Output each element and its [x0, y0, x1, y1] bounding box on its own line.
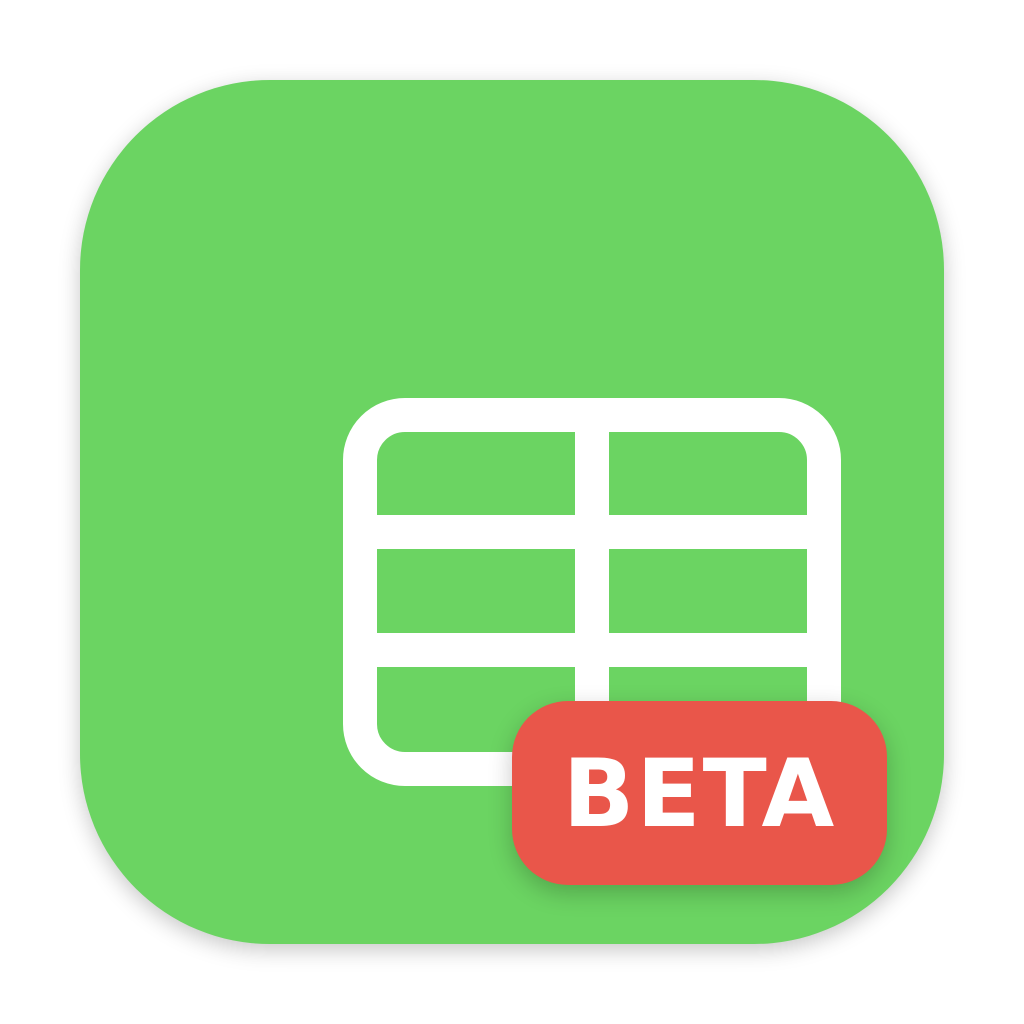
icon-canvas: BETA: [0, 0, 1024, 1024]
beta-badge: BETA: [512, 701, 887, 885]
beta-label: BETA: [562, 740, 837, 849]
